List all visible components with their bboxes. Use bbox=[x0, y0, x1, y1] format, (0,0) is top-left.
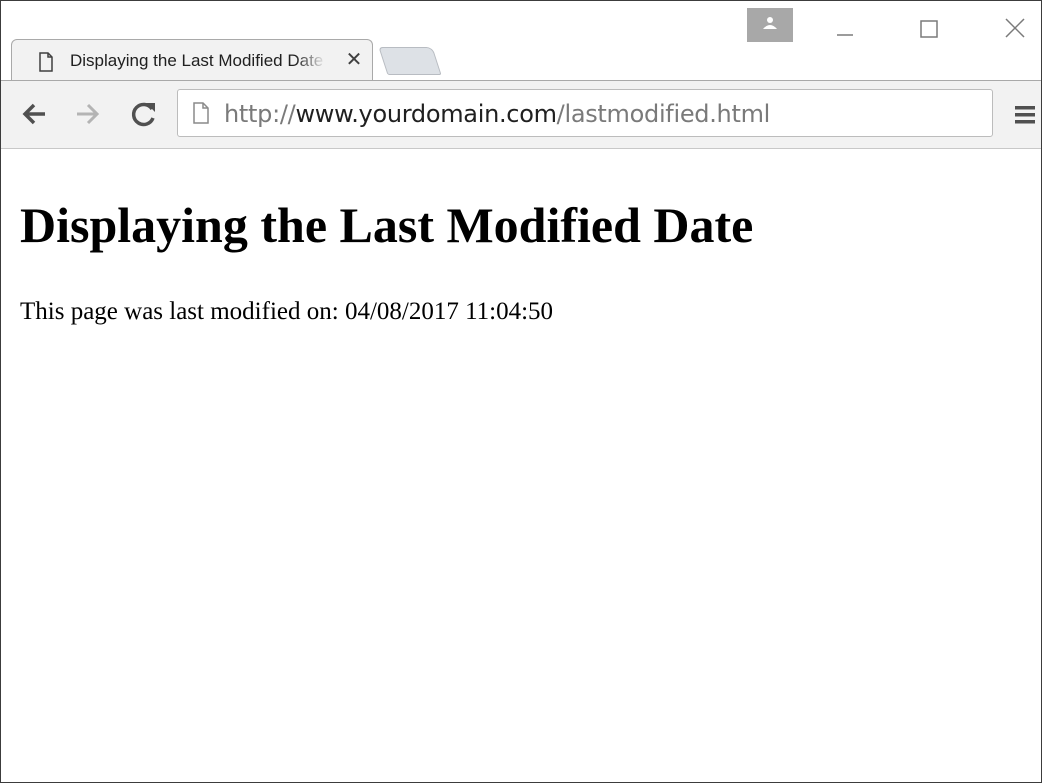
new-tab-button[interactable] bbox=[378, 47, 442, 75]
browser-window: Displaying the Last Modified Date ✕ http… bbox=[0, 0, 1042, 783]
url-scheme: http:// bbox=[224, 100, 296, 128]
address-url[interactable]: http://www.yourdomain.com/lastmodified.h… bbox=[224, 99, 770, 129]
arrow-left-icon[interactable] bbox=[17, 97, 51, 131]
hamburger-menu-icon[interactable] bbox=[1009, 98, 1041, 132]
person-icon bbox=[763, 17, 777, 29]
url-host: www.yourdomain.com bbox=[295, 100, 557, 128]
tab-close-icon[interactable]: ✕ bbox=[344, 49, 364, 71]
tab-strip: Displaying the Last Modified Date ✕ bbox=[1, 1, 1041, 81]
page-info-icon bbox=[193, 102, 209, 124]
address-bar[interactable]: http://www.yourdomain.com/lastmodified.h… bbox=[177, 89, 993, 137]
profile-button[interactable] bbox=[747, 8, 793, 42]
last-modified-text: This page was last modified on: 04/08/20… bbox=[20, 298, 554, 325]
reload-icon[interactable] bbox=[127, 97, 161, 131]
close-icon[interactable] bbox=[995, 13, 1035, 43]
tab-title: Displaying the Last Modified Date bbox=[70, 51, 324, 70]
page-icon bbox=[39, 52, 53, 72]
active-tab[interactable]: Displaying the Last Modified Date ✕ bbox=[11, 39, 373, 81]
arrow-right-icon[interactable] bbox=[71, 97, 105, 131]
browser-toolbar: http://www.yourdomain.com/lastmodified.h… bbox=[1, 80, 1041, 149]
minimize-icon[interactable] bbox=[825, 13, 865, 43]
maximize-icon[interactable] bbox=[909, 13, 949, 43]
page-heading: Displaying the Last Modified Date bbox=[20, 197, 754, 253]
url-path: /lastmodified.html bbox=[556, 100, 771, 128]
page-content: Displaying the Last Modified Date This p… bbox=[1, 149, 1041, 782]
